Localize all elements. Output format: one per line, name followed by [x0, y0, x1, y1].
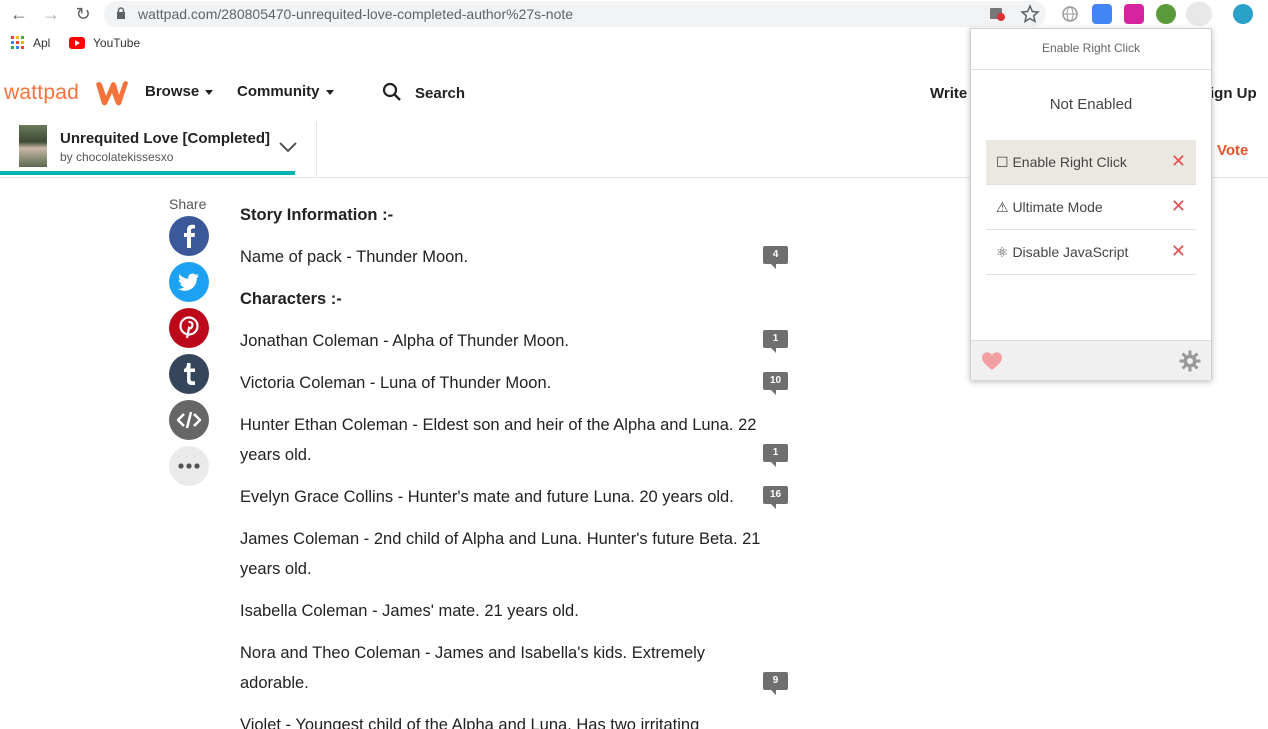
apps-grid-icon	[11, 36, 24, 49]
facebook-icon	[184, 224, 195, 248]
bookmark-label: Apl	[33, 36, 51, 50]
reading-progress-bar	[0, 171, 296, 175]
story-title[interactable]: Unrequited Love [Completed]	[60, 130, 270, 147]
reload-icon[interactable]: ↻	[72, 3, 94, 25]
star-icon[interactable]	[1020, 4, 1040, 24]
pinterest-icon	[179, 316, 199, 339]
youtube-icon	[69, 37, 85, 49]
option-enable-right-click[interactable]: ☐ Enable Right Click ✕	[986, 140, 1196, 185]
browser-toolbar: ← → ↻ wattpad.com/280805470-unrequited-l…	[0, 0, 1268, 28]
avatar[interactable]	[1233, 4, 1253, 24]
divider	[316, 122, 317, 178]
option-ultimate-mode[interactable]: ⚠ Ultimate Mode ✕	[986, 185, 1196, 230]
story-paragraph: Violet - Youngest child of the Alpha and…	[240, 716, 700, 729]
story-paragraph: Jonathan Coleman - Alpha of Thunder Moon…	[240, 332, 569, 350]
story-paragraph: Evelyn Grace Collins - Hunter's mate and…	[240, 488, 734, 506]
wattpad-logo[interactable]: wattpad	[4, 81, 79, 105]
globe-extension-icon[interactable]	[1060, 4, 1080, 24]
story-paragraph: Characters :-	[240, 290, 342, 308]
search-icon[interactable]	[382, 82, 402, 102]
url-text: wattpad.com/280805470-unrequited-love-co…	[138, 6, 574, 22]
option-disable-javascript[interactable]: ⚛ Disable JavaScript ✕	[986, 230, 1196, 275]
browse-label: Browse	[145, 83, 200, 100]
option-label: ☐ Enable Right Click	[996, 154, 1127, 170]
option-label: ⚛ Disable JavaScript	[996, 244, 1129, 260]
community-menu[interactable]: Community	[237, 83, 334, 100]
heart-icon[interactable]	[981, 351, 1003, 371]
story-paragraph: Victoria Coleman - Luna of Thunder Moon.	[240, 374, 552, 392]
blocked-popup-icon[interactable]	[988, 5, 1006, 23]
more-icon	[178, 463, 200, 469]
comment-bubble-icon[interactable]: 1	[763, 444, 788, 467]
embed-code-icon	[177, 411, 201, 429]
status-text: Not Enabled	[1049, 96, 1133, 113]
browse-menu[interactable]: Browse	[145, 83, 214, 100]
forward-arrow-icon[interactable]: →	[40, 3, 62, 25]
address-bar[interactable]: wattpad.com/280805470-unrequited-love-co…	[104, 1, 1046, 27]
share-label: Share	[169, 196, 207, 212]
bookmark-label: YouTube	[93, 36, 141, 50]
close-icon[interactable]: ✕	[1171, 241, 1186, 261]
enable-right-click-popup: Enable Right Click Not Enabled ☐ Enable …	[970, 28, 1212, 380]
twitter-share-button[interactable]	[169, 262, 209, 302]
embed-share-button[interactable]	[169, 400, 209, 440]
more-share-button[interactable]	[169, 446, 209, 486]
bookmark-youtube[interactable]: YouTube	[69, 36, 140, 50]
signup-link[interactable]: ign Up	[1210, 85, 1257, 102]
lock-icon	[117, 7, 125, 19]
comment-bubble-icon[interactable]: 16	[763, 486, 788, 509]
chevron-down-icon[interactable]	[278, 140, 298, 154]
back-arrow-icon[interactable]: ←	[8, 3, 30, 25]
comment-bubble-icon[interactable]: 4	[763, 246, 788, 269]
option-label: ⚠ Ultimate Mode	[996, 199, 1103, 215]
wattpad-w-icon	[96, 81, 128, 106]
popup-title: Enable Right Click	[1041, 41, 1141, 55]
twitter-icon	[178, 273, 199, 291]
close-icon[interactable]: ✕	[1171, 196, 1186, 216]
right-click-extension-icon[interactable]	[1186, 2, 1212, 26]
gear-icon[interactable]	[1179, 350, 1201, 372]
comment-bubble-icon[interactable]: 10	[763, 372, 788, 395]
story-paragraph: Nora and Theo Coleman - James and Isabel…	[240, 644, 706, 692]
bookmark-apps[interactable]: Apl	[11, 36, 50, 50]
story-paragraph: Story Information :-	[240, 206, 394, 224]
tumblr-share-button[interactable]	[169, 354, 209, 394]
instagram-extension-icon[interactable]	[1124, 4, 1144, 24]
divider	[971, 69, 1211, 70]
facebook-share-button[interactable]	[169, 216, 209, 256]
earth-extension-icon[interactable]	[1156, 4, 1176, 24]
story-paragraph: Isabella Coleman - James' mate. 21 years…	[240, 602, 579, 620]
translate-extension-icon[interactable]	[1092, 4, 1112, 24]
story-paragraph: Hunter Ethan Coleman - Eldest son and he…	[240, 416, 757, 464]
comment-bubble-icon[interactable]: 9	[763, 672, 788, 695]
vote-button[interactable]: Vote	[1217, 142, 1248, 159]
story-author[interactable]: by chocolatekissesxo	[60, 150, 173, 164]
story-paragraph: Name of pack - Thunder Moon.	[240, 248, 469, 266]
pinterest-share-button[interactable]	[169, 308, 209, 348]
comment-bubble-icon[interactable]: 1	[763, 330, 788, 353]
community-label: Community	[237, 83, 320, 100]
story-cover[interactable]	[19, 125, 47, 167]
search-link[interactable]: Search	[415, 85, 465, 102]
caret-down-icon	[205, 89, 214, 95]
write-link[interactable]: Write	[930, 85, 967, 102]
tumblr-icon	[184, 363, 195, 385]
popup-footer	[971, 340, 1211, 380]
story-paragraph: James Coleman - 2nd child of Alpha and L…	[240, 530, 761, 578]
caret-down-icon	[325, 89, 334, 95]
close-icon[interactable]: ✕	[1171, 151, 1186, 171]
